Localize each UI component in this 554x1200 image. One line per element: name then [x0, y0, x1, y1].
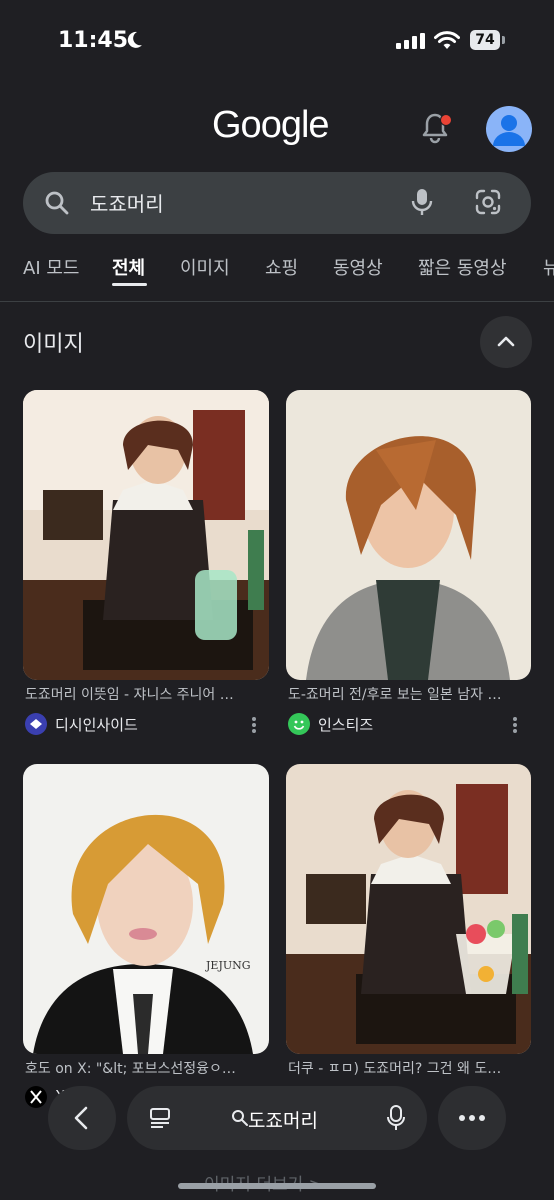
more-options-icon[interactable] — [512, 715, 518, 735]
tabs-icon[interactable] — [147, 1105, 173, 1131]
tab-shopping[interactable]: 쇼핑 — [265, 254, 298, 280]
image-result-2-thumbnail[interactable] — [286, 390, 531, 680]
image-result-1-source[interactable]: 디시인사이드 — [55, 714, 138, 735]
status-time: 11:45 — [58, 28, 129, 53]
search-icon — [232, 1110, 248, 1126]
home-indicator — [178, 1183, 376, 1189]
more-horizontal-icon — [459, 1115, 485, 1121]
mic-icon[interactable] — [385, 1104, 407, 1132]
image-result-4-thumbnail[interactable] — [286, 764, 531, 1054]
image-result-1-thumbnail[interactable] — [23, 390, 269, 680]
chevron-up-icon — [497, 336, 515, 347]
tab-videos[interactable]: 동영상 — [333, 254, 383, 280]
image-result-2-source[interactable]: 인스티즈 — [318, 714, 373, 735]
tab-news[interactable]: 뉴 — [543, 254, 554, 280]
collapse-section-button[interactable] — [480, 316, 532, 368]
active-tab-indicator — [112, 283, 147, 286]
moon-icon — [124, 30, 144, 54]
notification-dot — [440, 114, 452, 126]
voice-search-mic-icon[interactable] — [410, 188, 434, 220]
back-button[interactable] — [48, 1086, 116, 1150]
tabs-divider — [0, 301, 554, 302]
more-menu-button[interactable] — [438, 1086, 506, 1150]
wifi-icon — [434, 31, 460, 55]
search-icon — [44, 190, 70, 220]
cellular-signal-icon — [396, 33, 426, 53]
jejung-text: JEJUNG — [205, 959, 251, 972]
images-section-title: 이미지 — [23, 332, 84, 357]
tab-ai-mode[interactable]: AI 모드 — [23, 254, 79, 280]
google-lens-icon[interactable] — [474, 188, 502, 220]
chevron-left-icon — [74, 1106, 88, 1130]
tab-all[interactable]: 전체 — [112, 254, 145, 280]
bottom-search-query[interactable]: 도죠머리 — [248, 1106, 318, 1133]
battery-cap — [502, 36, 505, 44]
image-result-3-caption[interactable]: 호도 on X: "&lt; 포브스선정융ㅇ… — [25, 1058, 265, 1078]
image-result-3-thumbnail[interactable]: JEJUNG — [23, 764, 269, 1054]
instiz-smiley-favicon-icon — [288, 713, 310, 735]
tab-short-videos[interactable]: 짧은 동영상 — [418, 254, 507, 280]
dcinside-favicon-icon — [25, 713, 47, 735]
image-result-2-caption[interactable]: 도-죠머리 전/후로 보는 일본 남자 … — [288, 684, 528, 704]
account-avatar[interactable] — [486, 106, 532, 152]
battery-indicator: 74 — [470, 30, 500, 50]
x-favicon-icon — [25, 1086, 47, 1108]
more-options-icon[interactable] — [251, 715, 257, 735]
search-input[interactable]: 도죠머리 — [90, 188, 164, 217]
image-result-1-caption[interactable]: 도죠머리 이뜻임 - 쟈니스 주니어 … — [25, 684, 265, 704]
google-logo[interactable]: Google — [212, 104, 330, 147]
tab-images[interactable]: 이미지 — [180, 254, 230, 280]
image-result-4-caption[interactable]: 더쿠 - ㅍㅁ) 도죠머리? 그건 왜 도… — [288, 1058, 528, 1078]
